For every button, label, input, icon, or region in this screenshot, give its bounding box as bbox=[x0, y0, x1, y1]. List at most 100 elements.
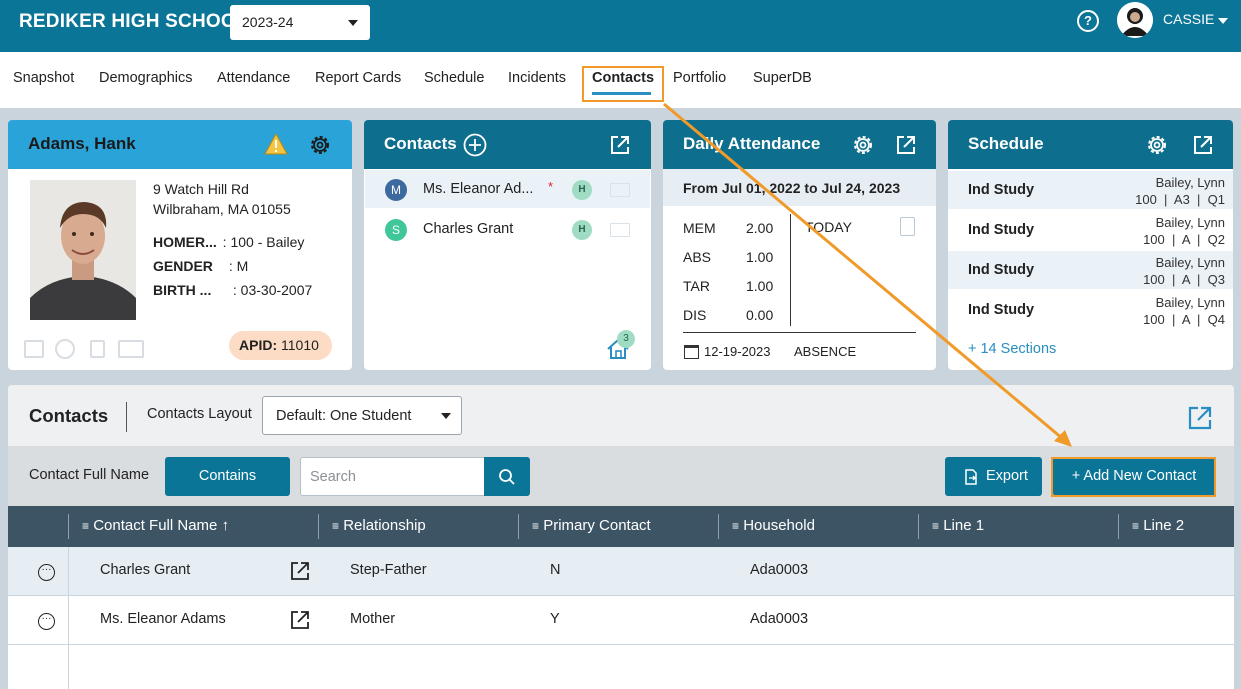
contact-avatar: S bbox=[385, 219, 407, 241]
course-name: Ind Study bbox=[968, 262, 1035, 278]
section-detail: 100 | A | Q3 bbox=[1143, 272, 1225, 287]
export-file-icon bbox=[965, 469, 977, 485]
filter-icon[interactable]: ≡ bbox=[732, 519, 739, 533]
search-button[interactable] bbox=[484, 457, 530, 496]
household-badge: H bbox=[572, 220, 592, 240]
gear-icon[interactable] bbox=[1145, 133, 1169, 157]
clipboard-icon[interactable] bbox=[900, 217, 915, 236]
tab-demographics[interactable]: Demographics bbox=[99, 70, 193, 86]
column-separator bbox=[318, 514, 319, 539]
add-contact-icon[interactable] bbox=[463, 133, 487, 157]
schedule-row[interactable]: Ind Study Bailey, Lynn 100 | A3 | Q1 bbox=[948, 171, 1233, 209]
column-line-2[interactable]: ≡ Line 2 bbox=[1132, 517, 1184, 534]
course-info: Bailey, Lynn 100 | A3 | Q1 bbox=[1135, 174, 1225, 208]
field-value: : M bbox=[228, 258, 249, 274]
mail-icon[interactable] bbox=[610, 223, 630, 237]
course-info: Bailey, Lynn 100 | A | Q3 bbox=[1143, 254, 1225, 288]
column-label: Relationship bbox=[343, 517, 426, 534]
contact-row[interactable]: S Charles Grant H bbox=[365, 210, 650, 248]
open-external-icon[interactable] bbox=[609, 134, 631, 156]
field-gender: GENDER : M bbox=[153, 258, 248, 274]
mail-icon[interactable] bbox=[118, 340, 144, 358]
warning-icon[interactable] bbox=[264, 133, 288, 155]
student-card-header: Adams, Hank bbox=[8, 120, 352, 169]
filter-icon[interactable]: ≡ bbox=[532, 519, 539, 533]
stat-label: TAR bbox=[683, 278, 710, 294]
open-external-icon[interactable] bbox=[289, 560, 311, 582]
export-button[interactable]: Export bbox=[945, 457, 1042, 496]
column-primary-contact[interactable]: ≡ Primary Contact bbox=[532, 517, 651, 534]
schedule-row[interactable]: Ind Study Bailey, Lynn 100 | A | Q4 bbox=[948, 291, 1233, 329]
field-homeroom: HOMER... : 100 - Bailey bbox=[153, 234, 304, 250]
row-menu-icon[interactable]: ··· bbox=[38, 564, 55, 581]
schedule-row[interactable]: Ind Study Bailey, Lynn 100 | A | Q3 bbox=[948, 251, 1233, 289]
open-external-icon[interactable] bbox=[895, 134, 917, 156]
search-placeholder: Search bbox=[310, 469, 356, 485]
chevron-down-icon bbox=[441, 413, 451, 419]
address-line-1: 9 Watch Hill Rd bbox=[153, 181, 249, 197]
stat-value: 1.00 bbox=[746, 249, 774, 265]
table-row[interactable]: ··· Charles Grant Step-Father N Ada0003 bbox=[8, 547, 1234, 596]
row-menu-icon[interactable]: ··· bbox=[38, 613, 55, 630]
gear-icon[interactable] bbox=[851, 133, 875, 157]
contact-name[interactable]: Charles Grant bbox=[423, 221, 513, 237]
help-icon[interactable]: ? bbox=[1077, 10, 1099, 32]
open-external-icon[interactable] bbox=[1192, 134, 1214, 156]
teacher: Bailey, Lynn bbox=[1155, 215, 1225, 230]
filter-icon[interactable]: ≡ bbox=[932, 519, 939, 533]
stat-label: ABS bbox=[683, 249, 712, 265]
attendance-range: From Jul 01, 2022 to Jul 24, 2023 bbox=[683, 180, 901, 196]
filter-icon[interactable]: ≡ bbox=[82, 519, 89, 533]
tab-report-cards[interactable]: Report Cards bbox=[315, 70, 401, 86]
relationship-cell: Mother bbox=[350, 611, 396, 627]
edit-icon[interactable] bbox=[24, 340, 44, 358]
table-row[interactable]: ··· Ms. Eleanor Adams Mother Y Ada0003 bbox=[8, 596, 1234, 645]
filter-icon[interactable]: ≡ bbox=[1132, 519, 1139, 533]
calendar-icon bbox=[684, 345, 699, 359]
filter-operator-button[interactable]: Contains bbox=[165, 457, 290, 496]
attendance-range-bar: From Jul 01, 2022 to Jul 24, 2023 bbox=[663, 169, 936, 206]
column-label: Contact Full Name ↑ bbox=[93, 517, 230, 534]
contact-name[interactable]: Ms. Eleanor Ad... bbox=[423, 181, 533, 197]
user-menu-chevron-icon[interactable] bbox=[1218, 18, 1228, 24]
open-external-icon[interactable] bbox=[1187, 405, 1213, 431]
tab-attendance[interactable]: Attendance bbox=[217, 70, 290, 86]
student-address: 9 Watch Hill Rd Wilbraham, MA 01055 bbox=[153, 179, 291, 219]
filter-icon[interactable]: ≡ bbox=[332, 519, 339, 533]
section-detail: 100 | A3 | Q1 bbox=[1135, 192, 1225, 207]
tab-superdb[interactable]: SuperDB bbox=[753, 70, 812, 86]
stat-label: MEM bbox=[683, 220, 716, 236]
contact-name-cell: Charles Grant bbox=[100, 562, 191, 578]
column-label: Household bbox=[743, 517, 815, 534]
mail-icon[interactable] bbox=[610, 183, 630, 197]
contact-name-cell: Ms. Eleanor Adams bbox=[100, 611, 226, 627]
schedule-row[interactable]: Ind Study Bailey, Lynn 100 | A | Q2 bbox=[948, 211, 1233, 249]
block-icon[interactable] bbox=[55, 339, 75, 359]
user-avatar[interactable] bbox=[1117, 2, 1153, 38]
contact-row[interactable]: M Ms. Eleanor Ad... * H bbox=[365, 170, 650, 208]
user-name[interactable]: CASSIE bbox=[1163, 11, 1214, 27]
gear-icon[interactable] bbox=[308, 133, 332, 157]
open-external-icon[interactable] bbox=[289, 609, 311, 631]
column-separator bbox=[918, 514, 919, 539]
search-input[interactable]: Search bbox=[300, 457, 485, 496]
household-badge: H bbox=[572, 180, 592, 200]
column-contact-full-name[interactable]: ≡ Contact Full Name ↑ bbox=[82, 517, 229, 534]
schedule-card-header: Schedule bbox=[948, 120, 1233, 169]
tab-incidents[interactable]: Incidents bbox=[508, 70, 566, 86]
layout-select[interactable]: Default: One Student bbox=[262, 396, 462, 435]
relationship-cell: Step-Father bbox=[350, 562, 427, 578]
column-relationship[interactable]: ≡ Relationship bbox=[332, 517, 426, 534]
address-line-2: Wilbraham, MA 01055 bbox=[153, 201, 291, 217]
trash-icon[interactable] bbox=[90, 340, 105, 358]
column-line-1[interactable]: ≡ Line 1 bbox=[932, 517, 984, 534]
course-name: Ind Study bbox=[968, 222, 1035, 238]
field-label: GENDER bbox=[153, 258, 213, 274]
school-year-select[interactable]: 2023-24 bbox=[230, 5, 370, 40]
more-sections-link[interactable]: + 14 Sections bbox=[968, 341, 1056, 357]
tab-snapshot[interactable]: Snapshot bbox=[13, 70, 74, 86]
tab-schedule[interactable]: Schedule bbox=[424, 70, 484, 86]
tab-portfolio[interactable]: Portfolio bbox=[673, 70, 726, 86]
course-info: Bailey, Lynn 100 | A | Q2 bbox=[1143, 214, 1225, 248]
column-household[interactable]: ≡ Household bbox=[732, 517, 815, 534]
